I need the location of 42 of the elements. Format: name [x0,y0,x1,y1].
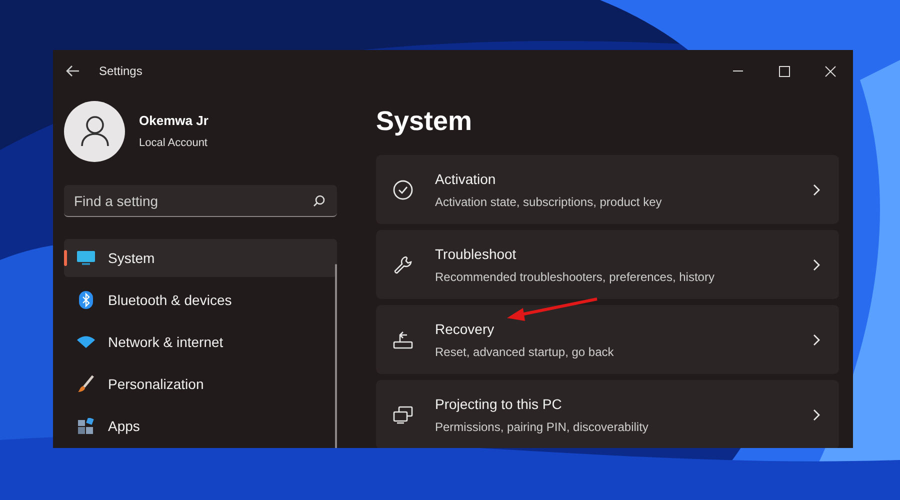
minimize-icon [733,70,743,72]
card-title: Projecting to this PC [435,394,562,414]
wifi-icon [77,336,95,348]
card-description: Recommended troubleshooters, preferences, history [435,268,714,286]
card-title: Activation [435,170,496,188]
monitors-icon [393,404,413,424]
paintbrush-icon [78,375,94,393]
chevron-right-icon [813,408,821,420]
nav-item[interactable]: Personalization [64,365,337,403]
wrench-icon [393,254,413,274]
settings-card[interactable]: Activation Activation state, subscriptions, product key [376,155,839,224]
chevron-right-icon [813,334,821,346]
settings-card[interactable]: Troubleshoot Recommended troubleshooters, preferences, history [376,230,839,299]
back-arrow-icon [66,65,80,77]
selection-indicator [64,250,67,266]
card-title: Troubleshoot [435,244,516,264]
chevron-right-icon [813,258,821,270]
card-description: Reset, advanced startup, go back [435,344,614,360]
nav-item[interactable]: System [64,239,337,277]
scrollbar[interactable] [335,264,337,448]
nav-item[interactable]: Apps [64,407,337,445]
nav-item[interactable]: Network & internet [64,323,337,361]
checkmark-circle-icon [393,180,413,200]
chevron-right-icon [813,184,821,196]
close-icon [824,66,836,76]
maximize-icon [778,66,790,76]
card-description: Activation state, subscriptions, product key [435,194,662,210]
settings-card[interactable]: Projecting to this PC Permissions, pairing PIN, discoverability [376,380,839,448]
apps-icon [78,418,94,434]
account-name: Okemwa Jr [139,112,208,130]
settings-card[interactable]: Recovery Reset, advanced startup, go back [376,305,839,374]
search-field[interactable]: Find a setting [64,185,337,217]
monitor-icon [77,251,95,265]
window-title: Settings [99,63,142,80]
card-description: Permissions, pairing PIN, discoverability [435,418,648,436]
person-silhouette-icon [80,115,110,147]
search-icon [313,195,325,207]
page-title: System [376,105,474,138]
card-title: Recovery [435,320,494,339]
bluetooth-icon [79,291,93,309]
account-type: Local Account [139,136,208,150]
recovery-drive-icon [393,330,413,350]
